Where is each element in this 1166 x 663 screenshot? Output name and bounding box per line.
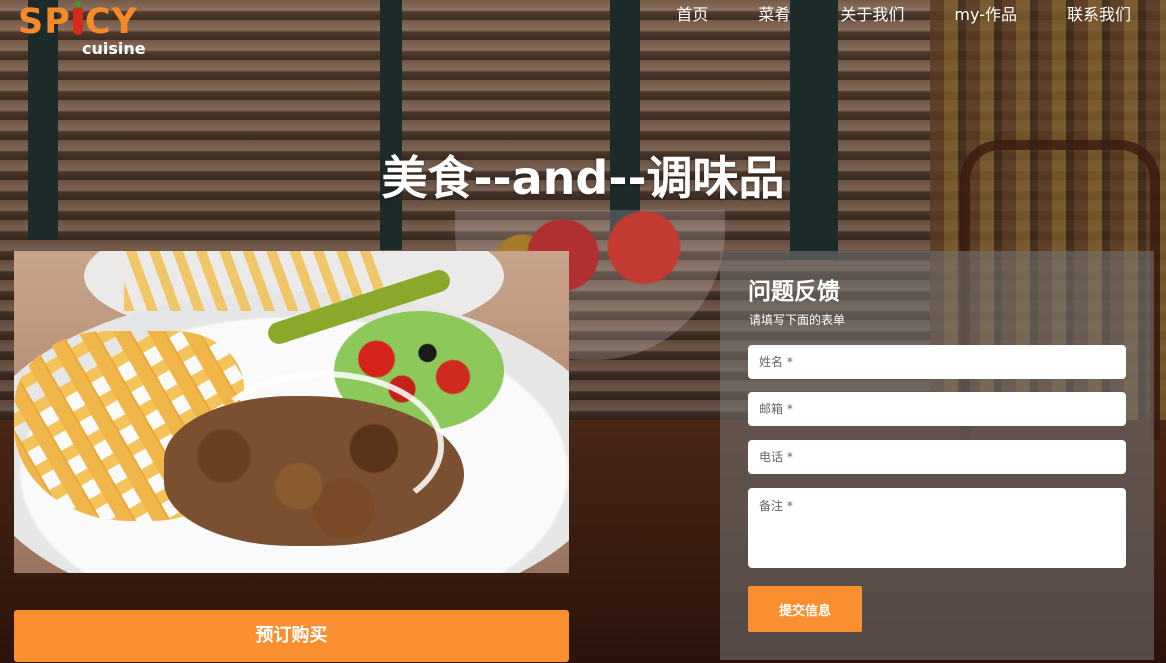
nav-item-dishes[interactable]: 菜肴 bbox=[758, 4, 790, 28]
feedback-title: 问题反馈 bbox=[748, 279, 840, 305]
notes-field[interactable] bbox=[748, 488, 1126, 568]
food-image bbox=[14, 251, 569, 573]
window-frame bbox=[790, 0, 838, 260]
nav-item-contact[interactable]: 联系我们 bbox=[1067, 4, 1131, 28]
logo-wordmark: SP CY bbox=[18, 1, 138, 42]
nav-item-home[interactable]: 首页 bbox=[676, 4, 708, 28]
window-frame bbox=[380, 0, 402, 250]
hero-title: 美食--and--调味品 bbox=[381, 151, 785, 205]
feedback-panel: 问题反馈 请填写下面的表单 提交信息 bbox=[720, 251, 1154, 660]
name-field[interactable] bbox=[748, 345, 1126, 379]
order-button[interactable]: 预订购买 bbox=[14, 610, 569, 662]
phone-field[interactable] bbox=[748, 440, 1126, 474]
nav-item-about[interactable]: 关于我们 bbox=[840, 4, 904, 28]
feedback-subtitle: 请填写下面的表单 bbox=[749, 313, 846, 327]
nav-item-works[interactable]: my-作品 bbox=[954, 4, 1017, 28]
submit-button[interactable]: 提交信息 bbox=[748, 586, 862, 632]
chili-pepper-icon bbox=[72, 1, 83, 35]
main-nav: 首页 菜肴 关于我们 my-作品 联系我们 bbox=[676, 4, 1131, 28]
logo-subtitle: cuisine bbox=[82, 39, 146, 58]
onion-slices bbox=[204, 371, 444, 521]
email-field[interactable] bbox=[748, 392, 1126, 426]
site-logo[interactable]: SP CY cuisine bbox=[18, 1, 148, 60]
